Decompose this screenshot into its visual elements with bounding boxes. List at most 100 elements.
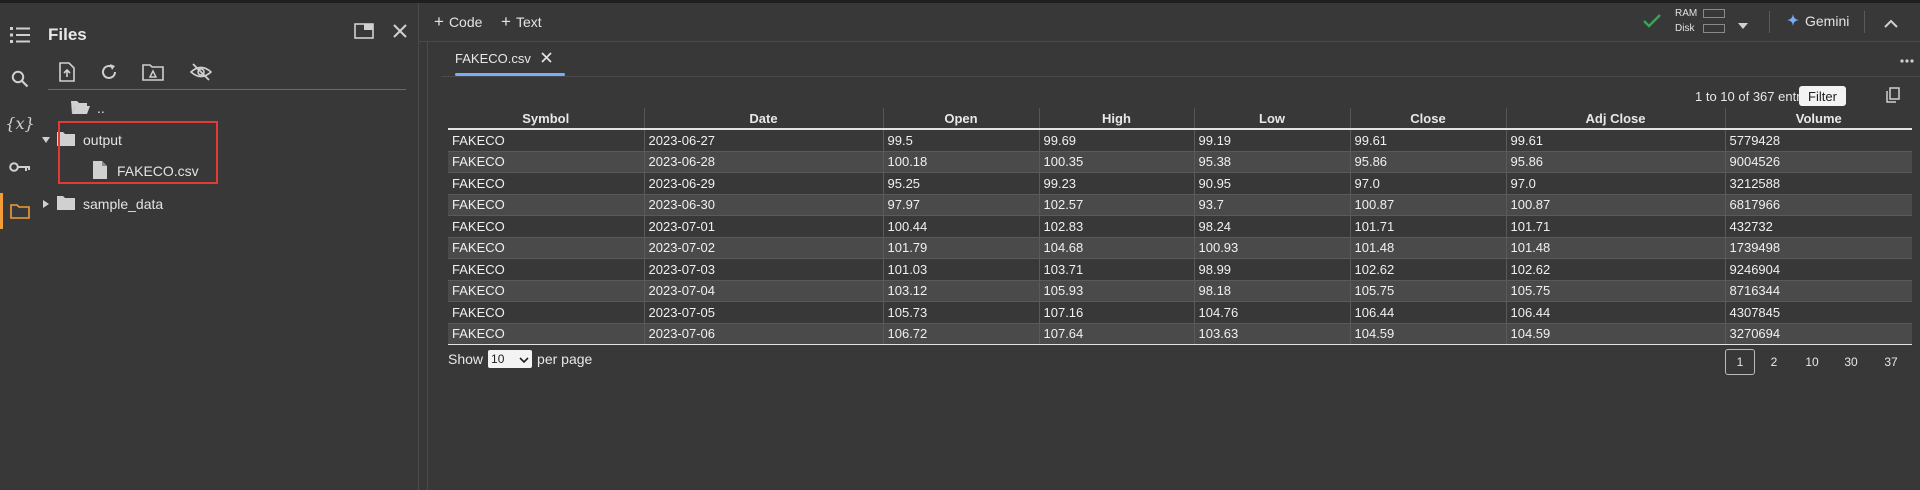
table-cell: 4307845	[1725, 301, 1912, 324]
table-cell: 100.35	[1039, 151, 1195, 173]
sidebar-rail: {x}	[0, 3, 40, 490]
active-tab-underline	[455, 73, 565, 76]
table-cell: 99.61	[1506, 129, 1726, 152]
table-cell: 98.18	[1194, 280, 1351, 302]
table-cell: 99.23	[1039, 172, 1195, 195]
page-button-2[interactable]: 2	[1762, 349, 1786, 375]
column-header[interactable]: Low	[1194, 108, 1351, 130]
gemini-spark-icon	[1787, 13, 1799, 29]
table-cell: 98.24	[1194, 215, 1351, 238]
add-text-button[interactable]: + Text	[501, 13, 542, 30]
refresh-icon[interactable]	[94, 57, 124, 87]
table-cell: 101.03	[883, 258, 1040, 281]
table-cell: FAKECO	[448, 129, 645, 152]
folder-icon	[56, 195, 76, 214]
tree-item-sample-data[interactable]: sample_data	[40, 191, 163, 217]
column-header[interactable]: Close	[1350, 108, 1507, 130]
close-icon[interactable]	[386, 17, 414, 45]
table-cell: 102.57	[1039, 194, 1195, 216]
files-title: Files	[48, 25, 87, 44]
add-code-button[interactable]: + Code	[434, 13, 482, 30]
toolbar-divider	[1864, 11, 1865, 33]
table-cell: FAKECO	[448, 194, 645, 216]
copy-icon[interactable]	[1886, 87, 1900, 106]
page-size-select[interactable]: 10	[488, 350, 533, 368]
table-row: FAKECO 2023-07-05 105.73 107.16 104.76 106.44…	[448, 301, 1912, 324]
table-cell: 100.18	[883, 151, 1040, 173]
page-button-1[interactable]: 1	[1725, 349, 1755, 375]
table-cell: 3212588	[1725, 172, 1912, 195]
gemini-label: Gemini	[1805, 13, 1850, 29]
add-text-label: Text	[515, 13, 542, 30]
page-button-30[interactable]: 30	[1836, 349, 1866, 375]
table-row: FAKECO 2023-07-06 106.72 107.64 103.63 104.59…	[448, 323, 1912, 345]
key-icon[interactable]	[0, 149, 40, 185]
files-panel: Files .. output FAKECO.csv sample_data	[40, 3, 419, 490]
hide-hidden-files-icon[interactable]	[186, 57, 216, 87]
table-cell: 99.5	[883, 129, 1040, 152]
table-cell: 2023-07-02	[644, 237, 884, 259]
table-cell: 2023-07-03	[644, 258, 884, 281]
table-cell: 104.76	[1194, 301, 1351, 324]
table-cell: FAKECO	[448, 151, 645, 173]
tab-fakeco-csv[interactable]: FAKECO.csv	[455, 42, 552, 75]
table-cell: 102.83	[1039, 215, 1195, 238]
toolbar-divider	[48, 89, 406, 90]
table-cell: 100.87	[1506, 194, 1726, 216]
content-left-edge	[427, 42, 428, 490]
resources-dropdown-icon[interactable]	[1737, 17, 1749, 33]
page-button-37[interactable]: 37	[1876, 349, 1906, 375]
table-cell: 6817966	[1725, 194, 1912, 216]
folder-icon[interactable]	[0, 193, 40, 229]
mount-drive-icon[interactable]	[138, 57, 168, 87]
table-cell: 100.93	[1194, 237, 1351, 259]
table-cell: 9004526	[1725, 151, 1912, 173]
table-cell: 93.7	[1194, 194, 1351, 216]
table-cell: 101.79	[883, 237, 1040, 259]
page-button-10[interactable]: 10	[1797, 349, 1827, 375]
table-cell: 95.86	[1350, 151, 1507, 173]
column-header[interactable]: Symbol	[448, 108, 645, 130]
disk-label: Disk	[1675, 23, 1695, 34]
tree-item-label: ..	[97, 100, 105, 116]
filter-button[interactable]: Filter	[1799, 86, 1846, 106]
search-icon[interactable]	[0, 61, 40, 97]
close-tab-icon[interactable]	[541, 51, 552, 66]
table-cell: 99.19	[1194, 129, 1351, 152]
caret-right-icon[interactable]	[40, 198, 52, 210]
column-header[interactable]: Date	[644, 108, 884, 130]
table-cell: 2023-07-04	[644, 280, 884, 302]
table-header-row: Symbol Date Open High Low Close Adj Clos…	[448, 108, 1912, 130]
column-header[interactable]: High	[1039, 108, 1195, 130]
folder-open-icon	[70, 99, 90, 118]
table-of-contents-icon[interactable]	[0, 17, 40, 53]
table-cell: 2023-06-30	[644, 194, 884, 216]
column-header[interactable]: Open	[883, 108, 1040, 130]
panel-splitter[interactable]	[418, 3, 419, 490]
table-cell: 90.95	[1194, 172, 1351, 195]
upload-icon[interactable]	[52, 57, 82, 87]
table-cell: 105.75	[1350, 280, 1507, 302]
open-in-tab-icon[interactable]	[350, 17, 378, 45]
variables-icon[interactable]: {x}	[0, 105, 40, 141]
caret-down-icon[interactable]	[40, 134, 52, 146]
table-cell: 102.62	[1350, 258, 1507, 281]
column-header[interactable]: Volume	[1725, 108, 1912, 130]
more-options-icon[interactable]	[1900, 50, 1914, 66]
table-cell: 107.16	[1039, 301, 1195, 324]
table-cell: 2023-07-01	[644, 215, 884, 238]
table-cell: FAKECO	[448, 215, 645, 238]
table-cell: 106.72	[883, 323, 1040, 345]
collapse-header-icon[interactable]	[1884, 16, 1898, 32]
ram-meter	[1703, 9, 1725, 18]
add-code-label: Code	[448, 13, 483, 30]
column-header[interactable]: Adj Close	[1506, 108, 1726, 130]
table-cell: 103.71	[1039, 258, 1195, 281]
gemini-button[interactable]: Gemini	[1787, 13, 1849, 29]
table-cell: 104.59	[1350, 323, 1507, 345]
table-cell: 2023-06-29	[644, 172, 884, 195]
tree-item-parent[interactable]: ..	[70, 95, 105, 121]
table-cell: 102.62	[1506, 258, 1726, 281]
table-cell: 99.69	[1039, 129, 1195, 152]
check-icon	[1642, 13, 1662, 32]
